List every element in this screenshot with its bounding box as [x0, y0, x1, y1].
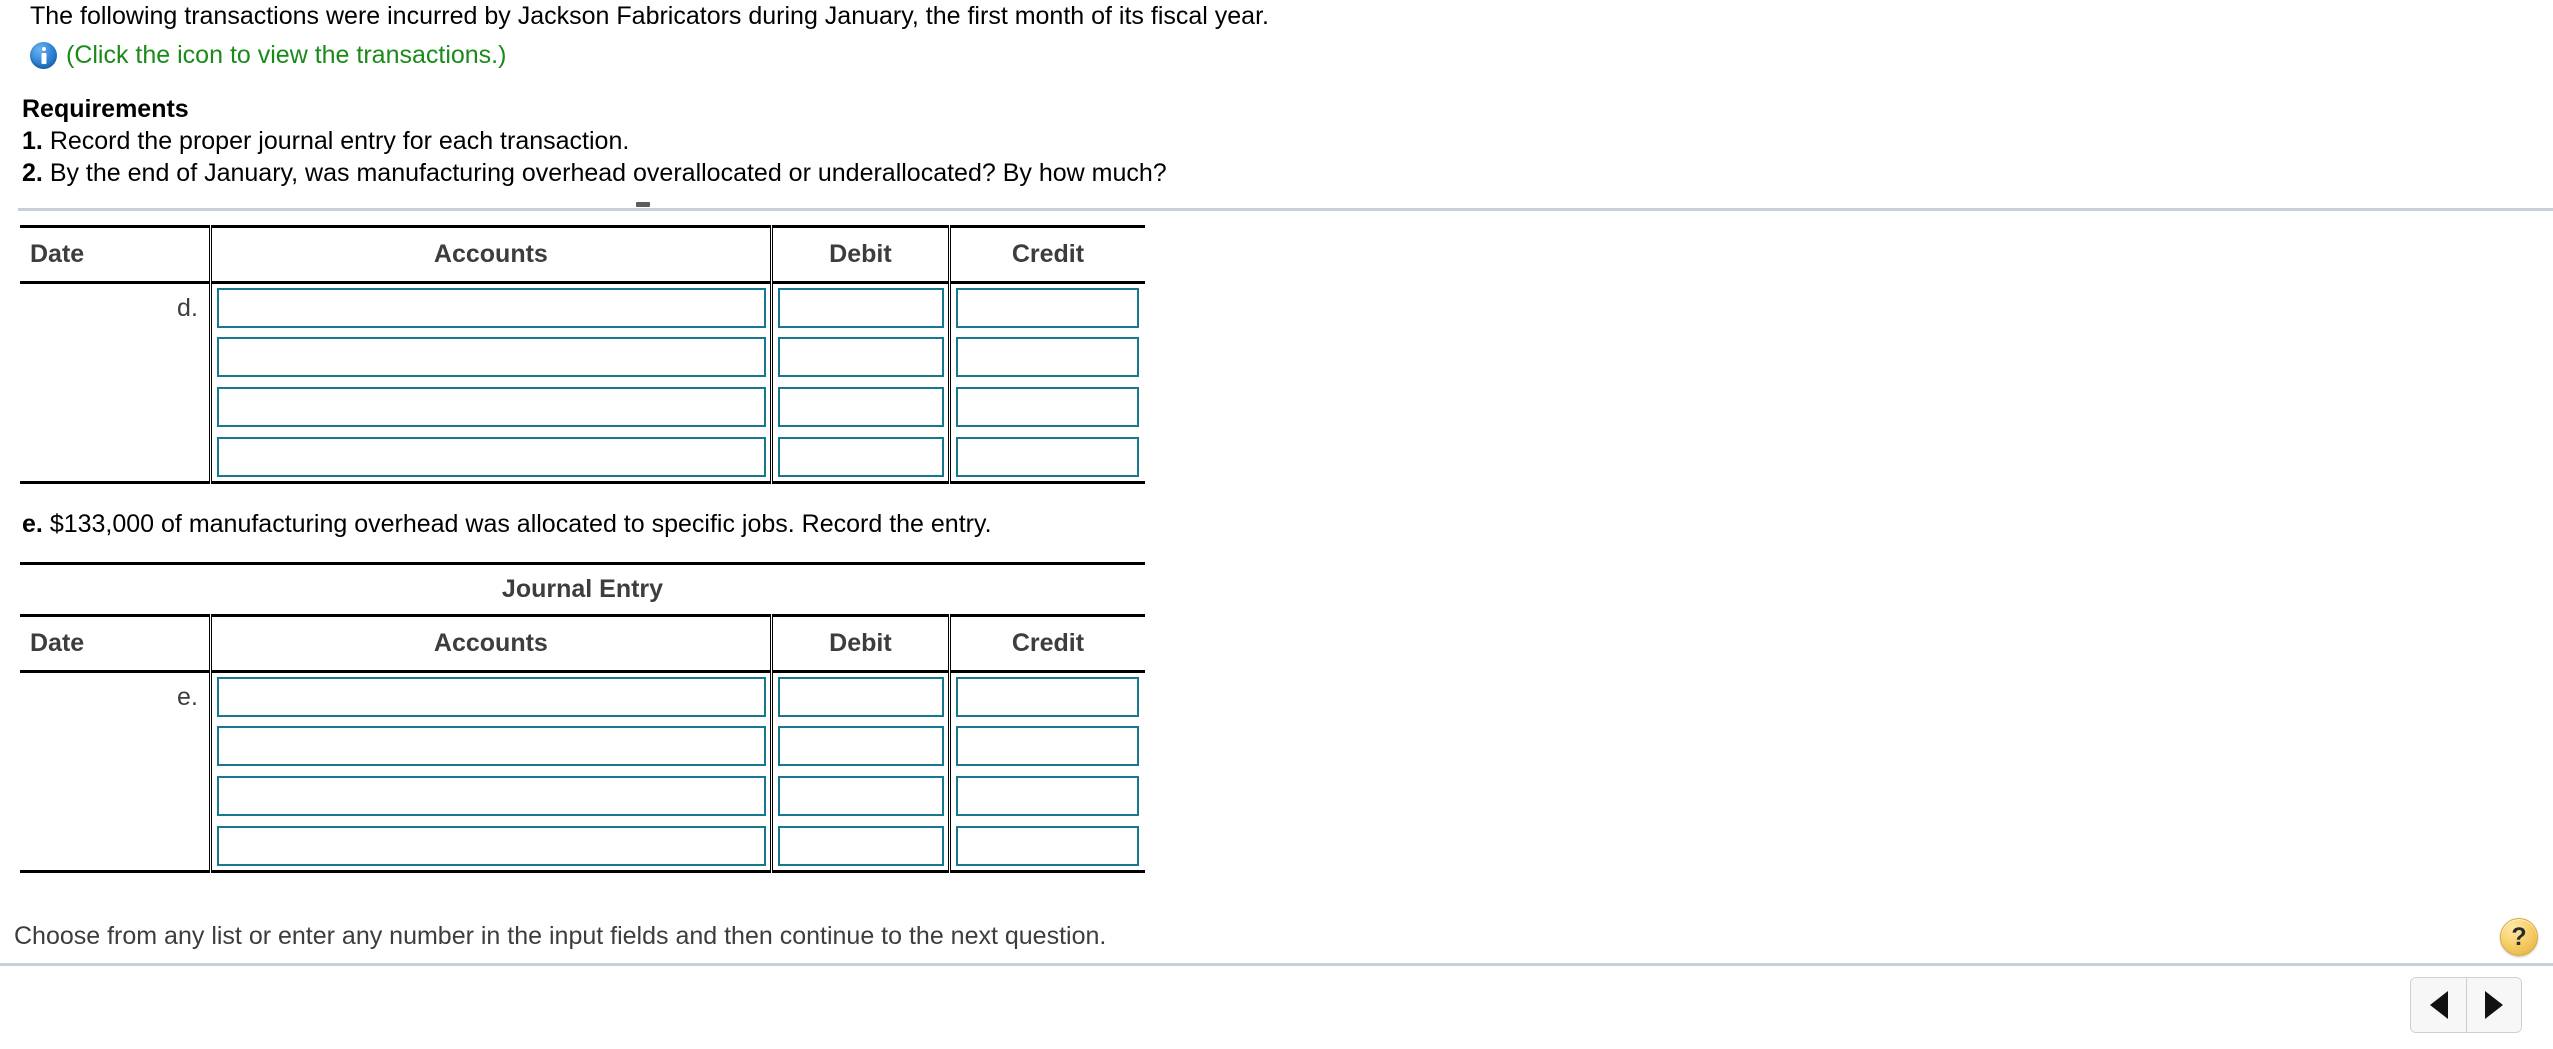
table-e-row-0-accounts-input[interactable]	[216, 677, 766, 717]
table-e-row-1-credit-input[interactable]	[955, 725, 1139, 766]
table-e-row-2-debit-input[interactable]	[777, 775, 944, 816]
table-d-row-1-date-label	[20, 332, 212, 383]
table-e-row-1-accounts-input[interactable]	[216, 725, 766, 766]
table-e-row-3-credit-input[interactable]	[955, 825, 1139, 866]
table-e-header-row: Date Accounts Debit Credit	[20, 614, 1145, 673]
table-e-row-2-date-label	[20, 771, 212, 822]
table-e-row-3-accounts-input[interactable]	[216, 825, 766, 866]
content-scroll-divider	[18, 208, 2553, 211]
table-e-row-0-credit-input[interactable]	[955, 677, 1139, 717]
table-d-row-2-credit-input[interactable]	[955, 386, 1139, 427]
table-d-row-3-debit-input[interactable]	[777, 436, 944, 477]
table-d-row-3-credit-input[interactable]	[955, 436, 1139, 477]
previous-question-button[interactable]	[2411, 978, 2466, 1032]
table-d-row-1-credit-input[interactable]	[955, 336, 1139, 377]
triangle-left-icon	[2429, 991, 2448, 1019]
view-transactions-row[interactable]: (Click the icon to view the transactions…	[0, 38, 2553, 72]
table-e-col-date: Date	[20, 614, 212, 673]
table-e-title: Journal Entry	[20, 562, 1145, 616]
footer-divider	[0, 963, 2553, 966]
table-row	[20, 821, 1145, 873]
requirements-heading: Requirements	[22, 95, 189, 123]
table-d-col-debit: Debit	[769, 225, 951, 284]
table-e-row-0-debit-input[interactable]	[777, 677, 944, 717]
table-e-row-3-date-label	[20, 821, 212, 873]
journal-entry-table-e: Journal Entry Date Accounts Debit Credit…	[20, 562, 1145, 873]
table-row	[20, 382, 1145, 433]
table-d-col-credit: Credit	[947, 225, 1145, 284]
table-row	[20, 771, 1145, 822]
table-d-row-3-accounts-input[interactable]	[216, 436, 766, 477]
requirement-item-2: 2. By the end of January, was manufactur…	[0, 157, 2553, 189]
requirement-1-text: Record the proper journal entry for each…	[49, 127, 630, 155]
table-d-col-date: Date	[20, 225, 212, 284]
triangle-right-icon	[2485, 991, 2503, 1019]
table-d-col-accounts: Accounts	[208, 225, 773, 284]
view-transactions-link[interactable]: (Click the icon to view the transactions…	[66, 41, 506, 70]
transaction-e-description: e. $133,000 of manufacturing overhead wa…	[22, 510, 992, 539]
table-e-row-2-credit-input[interactable]	[955, 775, 1139, 816]
info-icon[interactable]	[30, 41, 57, 69]
table-d-header-row: Date Accounts Debit Credit	[20, 225, 1145, 284]
problem-statement-text: The following transactions were incurred…	[30, 2, 1269, 30]
table-d-row-1-accounts-input[interactable]	[216, 336, 766, 377]
requirement-2-number: 2.	[22, 159, 43, 187]
table-row	[20, 432, 1145, 484]
table-row	[20, 332, 1145, 383]
table-e-row-1-date-label	[20, 721, 212, 772]
requirement-2-text: By the end of January, was manufacturing…	[49, 159, 1167, 187]
table-row: e.	[20, 671, 1145, 722]
exercise-page: The following transactions were incurred…	[0, 0, 2553, 1049]
table-row	[20, 721, 1145, 772]
table-d-row-3-date-label	[20, 432, 212, 484]
table-d-row-0-accounts-input[interactable]	[216, 288, 766, 328]
question-navigation	[2410, 977, 2522, 1033]
requirement-item-1: 1. Record the proper journal entry for e…	[0, 125, 2553, 157]
table-e-col-credit: Credit	[947, 614, 1145, 673]
transaction-e-text: $133,000 of manufacturing overhead was a…	[49, 510, 992, 538]
table-d-row-0-date-label: d.	[20, 282, 212, 333]
help-button[interactable]: ?	[2500, 918, 2538, 956]
table-e-row-1-debit-input[interactable]	[777, 725, 944, 766]
table-d-row-1-debit-input[interactable]	[777, 336, 944, 377]
problem-statement-area: The following transactions were incurred…	[0, 0, 2553, 189]
table-d-row-0-debit-input[interactable]	[777, 288, 944, 328]
footer-instruction-text: Choose from any list or enter any number…	[14, 922, 1107, 950]
table-e-row-0-date-label: e.	[20, 671, 212, 722]
table-e-row-2-accounts-input[interactable]	[216, 775, 766, 816]
table-e-title-row: Journal Entry	[20, 562, 1145, 616]
table-d-row-0-credit-input[interactable]	[955, 288, 1139, 328]
requirement-1-number: 1.	[22, 127, 43, 155]
clipped-journal-entry-title-remnant	[636, 202, 650, 207]
table-e-row-3-debit-input[interactable]	[777, 825, 944, 866]
table-row: d.	[20, 282, 1145, 333]
transaction-e-label: e.	[22, 510, 43, 538]
table-d-row-2-debit-input[interactable]	[777, 386, 944, 427]
table-e-col-debit: Debit	[769, 614, 951, 673]
table-d-row-2-date-label	[20, 382, 212, 433]
table-e-col-accounts: Accounts	[208, 614, 773, 673]
next-question-button[interactable]	[2466, 978, 2521, 1032]
journal-entry-table-d: Date Accounts Debit Credit d.	[20, 225, 1145, 484]
table-d-row-2-accounts-input[interactable]	[216, 386, 766, 427]
